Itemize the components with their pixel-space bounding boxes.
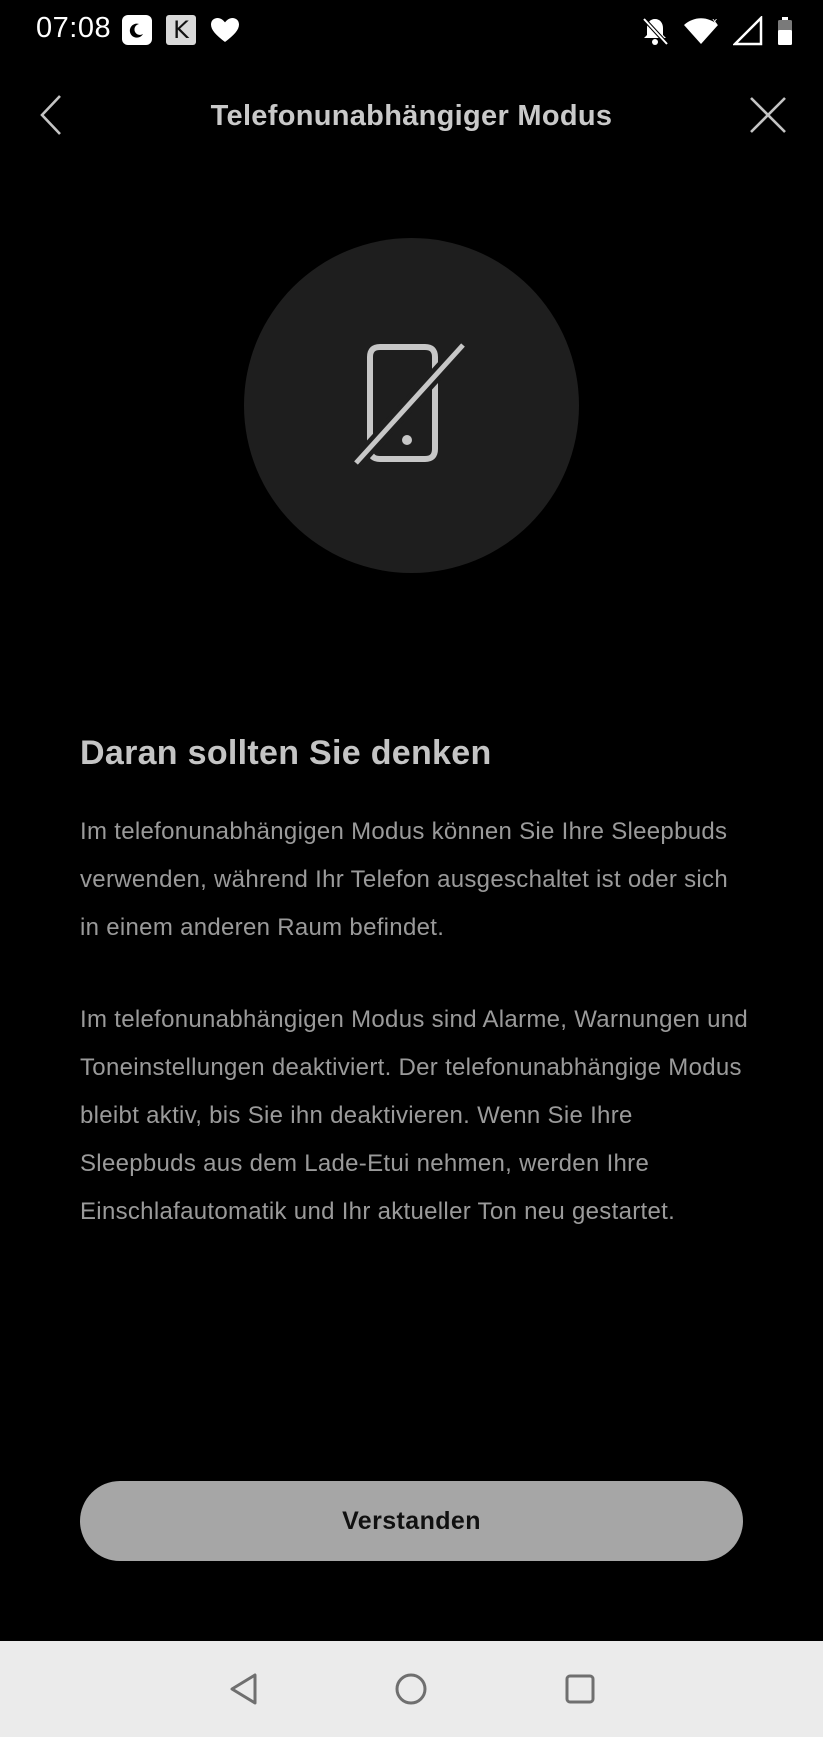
k-app-icon: K xyxy=(166,15,196,45)
nav-home-button[interactable] xyxy=(388,1666,434,1712)
battery-icon xyxy=(777,16,793,46)
nav-recents-button[interactable] xyxy=(557,1666,603,1712)
wifi-icon: x xyxy=(683,16,719,46)
status-time: 07:08 xyxy=(36,12,112,44)
close-icon xyxy=(750,97,786,133)
app-bar: Telefonunabhängiger Modus xyxy=(0,80,823,152)
nav-recents-icon xyxy=(565,1674,595,1704)
close-button[interactable] xyxy=(745,92,791,138)
nav-back-icon xyxy=(230,1673,257,1705)
heart-app-icon xyxy=(210,15,240,45)
description-paragraph-2: Im telefonunabhängigen Modus sind Alarme… xyxy=(80,1006,749,1225)
status-right-icons: x xyxy=(641,15,793,47)
nav-home-icon xyxy=(395,1673,427,1705)
screen: 07:08 K x Telefonunabhängiger Modus Dara… xyxy=(0,0,823,1737)
nav-back-button[interactable] xyxy=(221,1666,267,1712)
status-left-icons: K xyxy=(122,15,240,45)
hero-icon-circle xyxy=(244,238,579,573)
signal-icon xyxy=(733,16,763,46)
section-heading: Daran sollten Sie denken xyxy=(80,734,492,772)
k-app-letter: K xyxy=(173,16,189,44)
bell-muted-icon xyxy=(641,16,669,46)
phone-off-icon xyxy=(351,340,468,468)
description-paragraph-1: Im telefonunabhängigen Modus können Sie … xyxy=(80,818,728,941)
understood-button[interactable]: Verstanden xyxy=(80,1481,743,1561)
system-nav-bar xyxy=(0,1641,823,1737)
status-bar: 07:08 K x xyxy=(0,0,823,62)
svg-text:x: x xyxy=(712,17,718,27)
content-section: Daran sollten Sie denken Im telefonunabh… xyxy=(80,728,750,1236)
moon-app-icon xyxy=(122,15,152,45)
page-title: Telefonunabhängiger Modus xyxy=(210,100,613,132)
